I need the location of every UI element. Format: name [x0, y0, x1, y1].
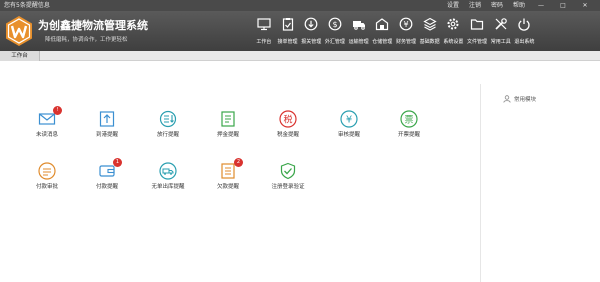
title-bar: 您有5条提醒信息 设置 注销 密码 帮助 — □ ✕ [0, 0, 600, 11]
monitor-icon [256, 16, 272, 32]
tax-reminder-item[interactable]: 税 税金提醒 [268, 110, 308, 138]
app-subtitle: 降低磨耗，协调合作，工作更轻松 [45, 37, 128, 43]
debt-badge: 2 [234, 158, 243, 167]
svg-text:$: $ [332, 20, 337, 29]
app-header: 为创鑫捷物流管理系统 降低磨耗，协调合作，工作更轻松 工作台 接单管理 报关管理… [0, 11, 600, 51]
arrow-up-doc-icon [99, 111, 115, 127]
reminder-notice[interactable]: 您有5条提醒信息 [4, 0, 50, 11]
invoice-icon: 票 [400, 110, 418, 128]
settings-link[interactable]: 设置 [442, 0, 464, 11]
no-order-outbound-item[interactable]: 无单出库提醒 [148, 162, 188, 190]
nav-forex[interactable]: $ 外汇管理 [323, 11, 347, 51]
download-circle-icon [303, 16, 319, 32]
item-label: 税金提醒 [276, 132, 299, 138]
gear-icon [445, 16, 461, 32]
item-label: 放行提醒 [156, 132, 179, 138]
frequent-modules-title: 常用模块 [514, 97, 537, 103]
approval-icon [38, 162, 56, 180]
item-label: 押金提醒 [216, 132, 239, 138]
nav-orders[interactable]: 接单管理 [276, 11, 300, 51]
truck-alert-icon [159, 162, 177, 180]
nav-label: 退出系统 [514, 39, 535, 45]
payment-badge: 1 [113, 158, 122, 167]
panel-divider [480, 84, 481, 282]
tax-icon: 税 [279, 110, 297, 128]
deposit-reminder-item[interactable]: 押金提醒 [208, 110, 248, 138]
nav-transport[interactable]: 运输管理 [347, 11, 371, 51]
app-title: 为创鑫捷物流管理系统 [38, 19, 148, 32]
payment-reminder-item[interactable]: 1 付款提醒 [87, 158, 127, 190]
item-label: 未读消息 [35, 132, 58, 138]
svg-text:¥: ¥ [346, 115, 352, 126]
item-label: 付款提醒 [95, 184, 118, 190]
nav-label: 外汇管理 [324, 39, 345, 45]
close-button[interactable]: ✕ [574, 0, 596, 11]
document-icon [221, 111, 235, 127]
yen-circle-icon: ¥ [398, 16, 414, 32]
item-label: 付款审批 [35, 184, 58, 190]
nav-label: 运输管理 [348, 39, 369, 45]
item-label: 注册登录验证 [271, 184, 305, 190]
list-download-icon [159, 110, 177, 128]
minimize-button[interactable]: — [530, 0, 552, 11]
truck-icon [351, 16, 367, 32]
nav-label: 报关管理 [301, 39, 322, 45]
main-nav: 工作台 接单管理 报关管理 $ 外汇管理 运输管理 仓储管理 ¥ 财务管理 基础… [252, 11, 536, 51]
arrival-reminder-item[interactable]: 到港提醒 [87, 110, 127, 138]
svg-text:票: 票 [404, 115, 413, 126]
nav-label: 基础数据 [419, 39, 440, 45]
nav-label: 系统设置 [443, 39, 464, 45]
nav-workbench[interactable]: 工作台 [252, 11, 276, 51]
nav-label: 财务管理 [395, 39, 416, 45]
item-label: 开票提醒 [397, 132, 420, 138]
nav-customs[interactable]: 报关管理 [299, 11, 323, 51]
help-link[interactable]: 帮助 [508, 0, 530, 11]
frequent-modules-header: 常用模块 [503, 95, 536, 103]
nav-label: 接单管理 [277, 39, 298, 45]
nav-label: 常用工具 [490, 39, 511, 45]
tools-icon [493, 16, 509, 32]
payment-approval-item[interactable]: 付款审批 [27, 162, 67, 190]
audit-reminder-item[interactable]: ¥ 审核提醒 [329, 110, 369, 138]
nav-label: 工作台 [256, 39, 272, 45]
release-reminder-item[interactable]: 放行提醒 [148, 110, 188, 138]
nav-tools[interactable]: 常用工具 [489, 11, 513, 51]
user-icon [503, 95, 511, 103]
registration-verify-item[interactable]: 注册登录验证 [268, 162, 308, 190]
svg-text:税: 税 [283, 114, 292, 126]
nav-exit[interactable]: 退出系统 [513, 11, 537, 51]
item-label: 到港提醒 [95, 132, 118, 138]
logout-link[interactable]: 注销 [464, 0, 486, 11]
unread-badge: ! [53, 106, 62, 115]
password-link[interactable]: 密码 [486, 0, 508, 11]
shield-check-icon [280, 162, 296, 180]
yen-icon: ¥ [340, 110, 358, 128]
nav-label: 仓储管理 [372, 39, 393, 45]
nav-basedata[interactable]: 基础数据 [418, 11, 442, 51]
nav-label: 文件管理 [467, 39, 488, 45]
nav-warehouse[interactable]: 仓储管理 [370, 11, 394, 51]
folder-icon [469, 16, 485, 32]
power-icon [516, 16, 532, 32]
item-label: 欠款提醒 [216, 184, 239, 190]
item-label: 审核提醒 [337, 132, 360, 138]
invoice-reminder-item[interactable]: 票 开票提醒 [389, 110, 429, 138]
tab-bar: 工作台 [0, 51, 600, 61]
clipboard-check-icon [280, 16, 296, 32]
nav-finance[interactable]: ¥ 财务管理 [394, 11, 418, 51]
svg-text:¥: ¥ [403, 20, 408, 29]
maximize-button[interactable]: □ [552, 0, 574, 11]
unread-messages-item[interactable]: ! 未读消息 [27, 106, 67, 138]
warehouse-icon [374, 16, 390, 32]
app-logo [6, 16, 32, 46]
debt-reminder-item[interactable]: 2 欠款提醒 [208, 158, 248, 190]
nav-settings[interactable]: 系统设置 [442, 11, 466, 51]
dollar-circle-icon: $ [327, 16, 343, 32]
layers-icon [422, 16, 438, 32]
tab-workbench[interactable]: 工作台 [0, 51, 40, 61]
nav-files[interactable]: 文件管理 [465, 11, 489, 51]
item-label: 无单出库提醒 [151, 184, 185, 190]
